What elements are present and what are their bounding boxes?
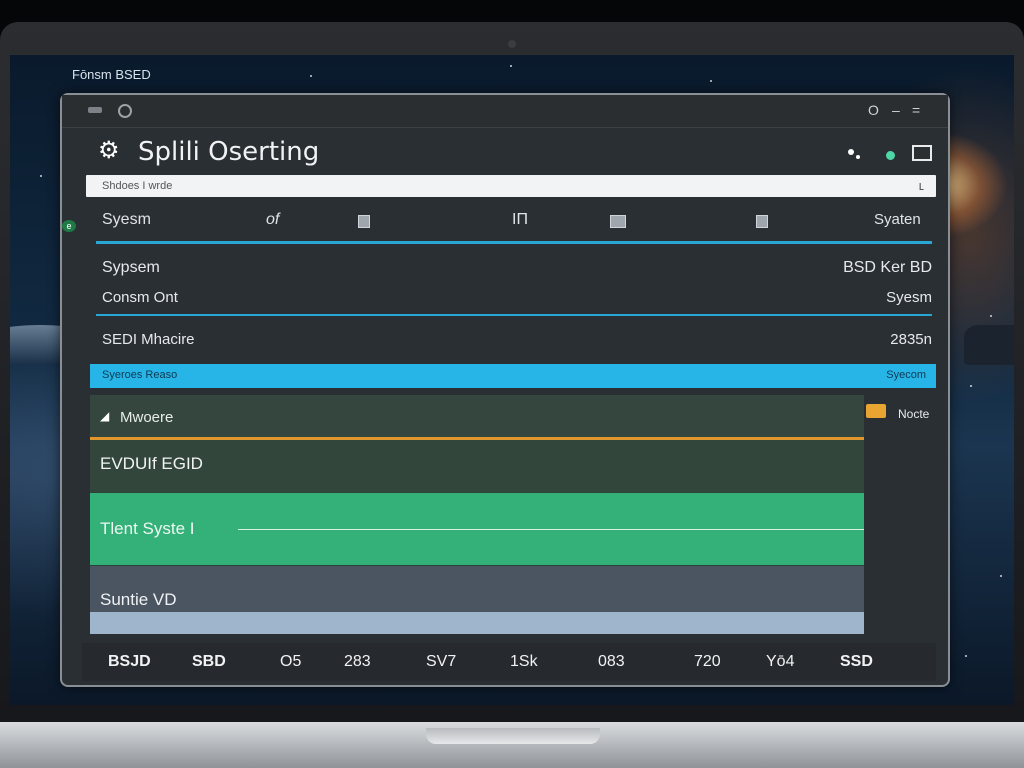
dots-icon[interactable] (848, 149, 854, 155)
list-item-selected[interactable]: Tlent Syste I (90, 493, 864, 565)
footer-item[interactable]: Yō4 (766, 653, 794, 671)
footer-item[interactable]: SBD (192, 653, 226, 671)
minimize-button[interactable]: – (892, 102, 900, 118)
column-header[interactable]: IП (512, 211, 528, 229)
drive-icon[interactable] (610, 215, 626, 228)
side-badge[interactable]: e (62, 220, 76, 232)
divider (96, 241, 932, 244)
selected-row[interactable]: Syeroes Reaso Syecom (90, 364, 936, 388)
info-label: Consm Ont (102, 289, 178, 306)
dots-icon[interactable] (856, 155, 860, 159)
list-item-label: Tlent Syste I (100, 519, 195, 538)
star (710, 80, 712, 82)
star (310, 75, 312, 77)
divider (96, 314, 932, 316)
circle-icon[interactable] (118, 104, 132, 118)
titlebar: O – = (62, 95, 948, 128)
search-bar: ʟ (86, 175, 936, 197)
footer-item[interactable]: SSD (840, 653, 873, 671)
page-title: Splili Oserting (138, 137, 320, 167)
info-row[interactable]: Consm Ont Syesm (102, 289, 932, 313)
gear-icon[interactable]: ⚙ (98, 139, 122, 163)
list-item-label: Suntie VD (100, 590, 177, 609)
footer-item[interactable]: SV7 (426, 653, 456, 671)
info-label: Sypsem (102, 259, 160, 276)
star (965, 655, 967, 657)
footer-item[interactable]: O5 (280, 653, 301, 671)
info-value: Syesm (886, 289, 932, 306)
text-cursor-icon: ʟ (918, 178, 924, 193)
laptop-notch (426, 728, 600, 744)
info-row[interactable]: SEDI Mhacire 2835n (102, 331, 932, 355)
list-item-label: EVDUIf EGID (100, 454, 203, 473)
footer-item[interactable]: 1Sk (510, 653, 538, 671)
footer-item[interactable]: 720 (694, 653, 721, 671)
footer-item[interactable]: BSJD (108, 653, 151, 671)
panel-title: Mwoere (120, 409, 174, 426)
column-header[interactable]: Syaten (874, 211, 921, 228)
detail-panel: ◢ Mwoere EVDUIf EGID Tlent Syste I Sunti… (90, 395, 864, 634)
info-value: BSD Ker BD (843, 259, 932, 276)
column-header[interactable]: of (266, 211, 279, 229)
list-item[interactable] (90, 612, 864, 634)
info-value: 2835n (890, 331, 932, 348)
footer-item[interactable]: 083 (598, 653, 625, 671)
star (510, 65, 512, 67)
info-row[interactable]: Sypsem BSD Ker BD (102, 259, 932, 283)
selected-row-label: Syeroes Reaso (102, 369, 178, 381)
window-icon[interactable] (912, 145, 932, 161)
document-icon[interactable] (756, 215, 768, 228)
column-header[interactable]: Syesm (102, 211, 151, 229)
progress-line (238, 529, 864, 530)
column-header-row: Syesm of IП Syaten (86, 207, 940, 237)
status-footer: BSJD SBD O5 283 SV7 1Sk 083 720 Yō4 SSD (82, 643, 936, 681)
folder-icon[interactable] (866, 404, 886, 418)
status-dot-icon (886, 151, 895, 160)
note-label[interactable]: Nocte (898, 407, 929, 421)
star (970, 385, 972, 387)
calendar-icon[interactable] (358, 215, 370, 228)
window-option-button[interactable]: O (868, 102, 879, 118)
menu-icon[interactable] (88, 107, 102, 113)
list-item[interactable]: EVDUIf EGID (90, 440, 864, 492)
search-input[interactable] (86, 175, 922, 197)
webcam (508, 40, 516, 48)
selected-row-value: Syecom (886, 369, 926, 381)
star (990, 315, 992, 317)
star (1000, 575, 1002, 577)
list-item[interactable]: Suntie VD (90, 566, 864, 612)
panel-header: ◢ Mwoere (90, 395, 864, 439)
desktop-label: Fōnsm BSED (72, 67, 151, 82)
edit-icon[interactable]: ◢ (100, 409, 112, 423)
info-label: SEDI Mhacire (102, 331, 195, 348)
rock-silhouette (964, 325, 1014, 365)
app-header: ⚙ Splili Oserting (82, 127, 936, 177)
app-window: O – = ⚙ Splili Oserting ʟ Syesm of IП Sy… (60, 93, 950, 687)
footer-item[interactable]: 283 (344, 653, 371, 671)
star (40, 175, 42, 177)
maximize-button[interactable]: = (912, 102, 920, 118)
